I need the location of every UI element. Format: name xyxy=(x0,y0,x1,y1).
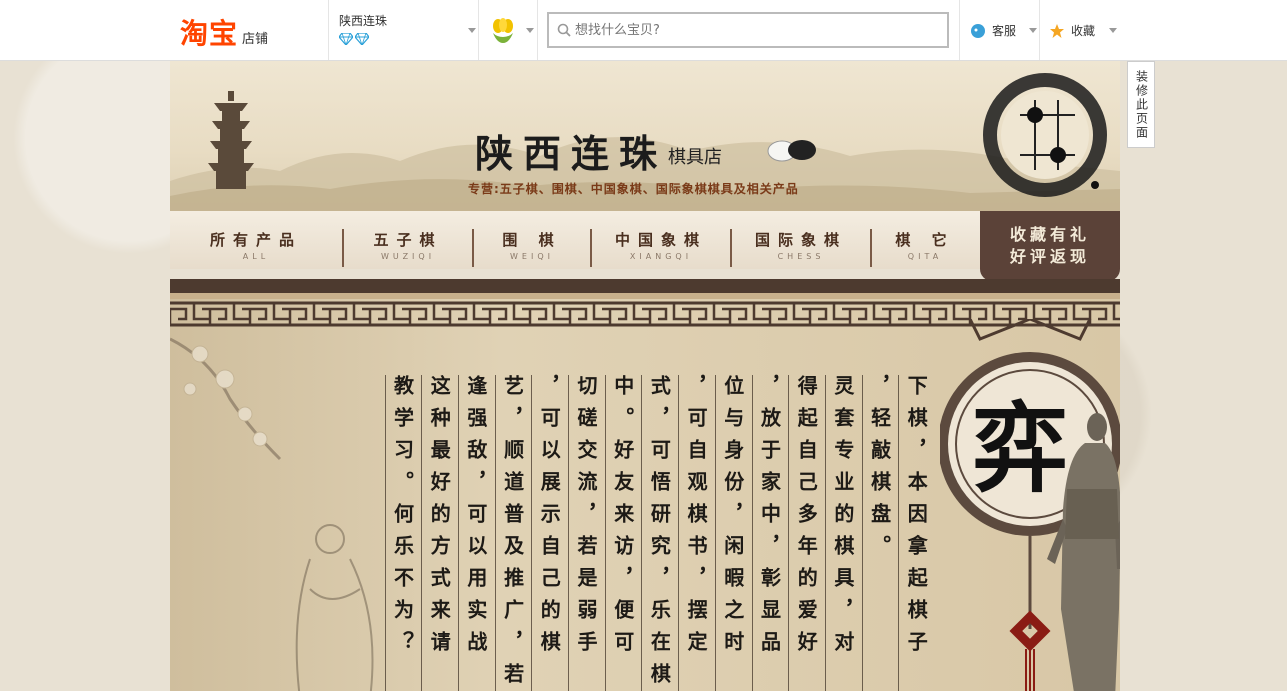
favorite-label: 收藏 xyxy=(1071,24,1096,38)
nav-item-label: 所有产品 xyxy=(209,231,302,249)
decorate-page-button[interactable]: 装修此页面 xyxy=(1127,61,1155,148)
column-divider xyxy=(788,375,790,691)
chevron-down-icon[interactable] xyxy=(468,28,476,33)
text-column: ，轻敲棋盘。 xyxy=(867,375,892,567)
nav-item-sublabel: WEIQI xyxy=(510,252,554,261)
nav-item-label: 围 棋 xyxy=(502,231,562,249)
column-divider xyxy=(568,375,569,691)
column-divider xyxy=(898,375,900,691)
shop-nav: 所有产品 ALL 五子棋 WUZIQI 围 棋 WEIQI 中国象棋 XIANG… xyxy=(170,211,1120,281)
column-divider xyxy=(714,375,716,691)
seller-rating xyxy=(339,33,479,45)
banner-tagline: 专营:五子棋、围棋、中国象棋、国际象棋棋具及相关产品 xyxy=(468,182,799,196)
divider xyxy=(959,0,960,60)
nav-item-weiqi[interactable]: 围 棋 WEIQI xyxy=(474,211,590,269)
nav-item-sublabel: XIANGQI xyxy=(629,252,693,261)
text-column: 教学习。何乐不为？ xyxy=(390,375,415,663)
column-divider xyxy=(494,375,496,691)
nav-item-label: 国际象棋 xyxy=(754,231,847,249)
column-divider xyxy=(824,375,826,691)
taobao-logo[interactable]: 淘宝 店铺 xyxy=(180,12,268,52)
shop-title-sub: 棋具店 xyxy=(668,147,722,168)
column-divider xyxy=(861,375,863,691)
shop-title: 陕西连珠 xyxy=(475,131,668,176)
promo-favorite-badge[interactable]: 收藏有礼 好评返现 xyxy=(980,211,1120,281)
column-divider xyxy=(751,375,753,691)
divider xyxy=(328,0,329,60)
ink-circle-board-icon xyxy=(983,73,1107,197)
diamond-icon xyxy=(355,33,369,45)
flower-icon[interactable] xyxy=(489,17,517,45)
column-divider xyxy=(384,375,386,691)
divider xyxy=(1039,0,1040,60)
text-column: 逢强敌，可以用实战 xyxy=(463,375,488,663)
nav-item-sublabel: QITA xyxy=(907,252,943,261)
plum-blossom-illustration xyxy=(170,337,282,461)
nav-item-sublabel: CHESS xyxy=(777,252,825,261)
star-icon xyxy=(1050,23,1064,38)
text-column: 这种最好的方式来请 xyxy=(427,375,452,663)
shop-info[interactable]: 陕西连珠 xyxy=(339,12,479,45)
terracotta-warrior-illustration xyxy=(1047,413,1120,691)
text-column: ，放于家中，彰显品 xyxy=(757,375,782,663)
customer-service-link[interactable]: 客服 xyxy=(970,22,1016,39)
search-icon xyxy=(557,23,571,37)
chat-bubble-icon xyxy=(971,23,985,38)
nav-item-label: 五子棋 xyxy=(373,231,443,249)
scholar-illustration xyxy=(295,524,374,691)
service-label: 客服 xyxy=(992,24,1017,38)
intro-panel: 下棋，本因拿起棋子 ，轻敲棋盘。 灵套专业的棋具，对 得起自己多年的爱好 ，放于家中，彰… xyxy=(170,279,1120,691)
go-stones-icon xyxy=(767,140,816,162)
divider xyxy=(537,0,538,60)
promo-line-2: 好评返现 xyxy=(1009,247,1090,266)
text-column: 得起自己多年的爱好 xyxy=(794,375,819,663)
text-column: 位与身份，闲暇之时 xyxy=(720,375,745,663)
decorate-label: 装修此页面 xyxy=(1134,69,1149,140)
diamond-icon xyxy=(339,33,353,45)
nav-item-chess[interactable]: 国际象棋 CHESS xyxy=(732,211,870,269)
shop-name[interactable]: 陕西连珠 xyxy=(339,12,479,29)
text-column: ，可自观棋书，摆定 xyxy=(684,375,709,663)
logo-main-text: 淘宝 xyxy=(180,17,239,50)
search-input[interactable] xyxy=(575,19,935,41)
promo-line-1: 收藏有礼 xyxy=(1009,225,1090,244)
nav-item-qita[interactable]: 棋 它 QITA xyxy=(872,211,978,269)
nav-item-label: 中国象棋 xyxy=(614,231,707,249)
nav-item-sublabel: ALL xyxy=(242,252,270,261)
nav-item-label: 棋 它 xyxy=(895,231,955,249)
favorite-link[interactable]: 收藏 xyxy=(1049,22,1095,39)
column-divider xyxy=(421,375,423,691)
column-divider xyxy=(457,375,459,691)
text-column: 中。好友来访，便可 xyxy=(610,375,635,663)
text-column: 艺，顺道普及推广，若 xyxy=(500,375,525,691)
top-bar: 淘宝 店铺 陕西连珠 客服 收藏 xyxy=(0,0,1287,61)
nav-item-xiangqi[interactable]: 中国象棋 XIANGQI xyxy=(592,211,730,269)
nav-item-all[interactable]: 所有产品 ALL xyxy=(170,211,342,269)
text-column: 灵套专业的棋具，对 xyxy=(830,375,855,663)
text-column: 下棋，本因拿起棋子 xyxy=(904,375,929,663)
divider xyxy=(478,0,479,60)
column-divider xyxy=(531,375,533,691)
nav-item-sublabel: WUZIQI xyxy=(380,252,436,261)
search-box[interactable] xyxy=(547,12,949,48)
shop-banner: 陕西连珠 棋具店 专营:五子棋、围棋、中国象棋、国际象棋棋具及相关产品 xyxy=(170,61,1120,211)
nav-item-wuziqi[interactable]: 五子棋 WUZIQI xyxy=(344,211,472,269)
text-column: 式，可悟研究，乐在棋 xyxy=(647,375,672,691)
chevron-down-icon[interactable] xyxy=(1109,28,1117,33)
chevron-down-icon[interactable] xyxy=(526,28,534,33)
column-divider xyxy=(641,375,643,691)
logo-sub-text: 店铺 xyxy=(242,32,269,47)
text-column: 切磋交流，若是弱手 xyxy=(574,375,598,663)
column-divider xyxy=(604,375,606,691)
column-divider xyxy=(678,375,680,691)
text-column: ，可以展示自己的棋 xyxy=(537,375,562,663)
chevron-down-icon[interactable] xyxy=(1029,28,1037,33)
